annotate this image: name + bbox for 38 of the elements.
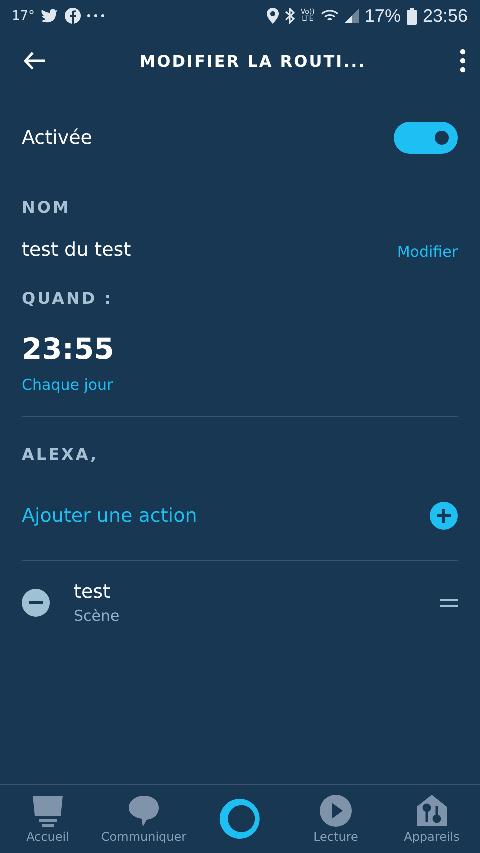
signal-icon: [344, 9, 359, 23]
speech-bubble-icon: [127, 794, 161, 828]
back-arrow-icon[interactable]: [24, 52, 46, 70]
nav-tab[interactable]: Appareils: [384, 794, 480, 844]
bluetooth-icon: [284, 8, 295, 24]
overflow-menu-icon[interactable]: [460, 49, 466, 73]
enabled-label: Activée: [22, 127, 92, 149]
nav-tab[interactable]: Communiquer: [96, 794, 192, 844]
screen-title: MODIFIER LA ROUTI...: [138, 52, 368, 70]
routine-name: test du test: [22, 239, 132, 261]
location-icon: [266, 8, 279, 24]
remove-icon[interactable]: [22, 589, 50, 617]
battery-icon: [406, 8, 417, 24]
action-title: test: [74, 581, 112, 603]
nav-tab[interactable]: Accueil: [0, 794, 96, 844]
battery-percent: 17%: [364, 6, 401, 26]
play-icon: [319, 794, 353, 828]
section-heading: ALEXA,: [22, 445, 99, 464]
add-action-link[interactable]: Ajouter une action: [22, 505, 198, 527]
repeat-link[interactable]: Chaque jour: [22, 376, 114, 394]
alexa-button[interactable]: [217, 796, 263, 842]
drag-handle-icon[interactable]: [440, 597, 458, 609]
house-devices-icon: [415, 794, 449, 828]
trigger-time: 23:55: [22, 332, 114, 366]
nav-tab[interactable]: Lecture: [288, 794, 384, 844]
wifi-icon: [320, 9, 339, 23]
bird-icon: [41, 8, 60, 24]
action-type: Scène: [74, 607, 121, 625]
edit-link[interactable]: Modifier: [397, 243, 458, 261]
enabled-switch[interactable]: [394, 122, 458, 154]
section-heading: NOM: [22, 198, 72, 217]
home-icon: [31, 794, 65, 828]
add-icon[interactable]: [430, 502, 458, 530]
clock: 23:56: [422, 6, 468, 26]
more-icon: [87, 14, 106, 18]
circle-f-icon: [65, 8, 82, 24]
section-heading: QUAND :: [22, 289, 114, 308]
temperature: 17°: [12, 8, 36, 24]
